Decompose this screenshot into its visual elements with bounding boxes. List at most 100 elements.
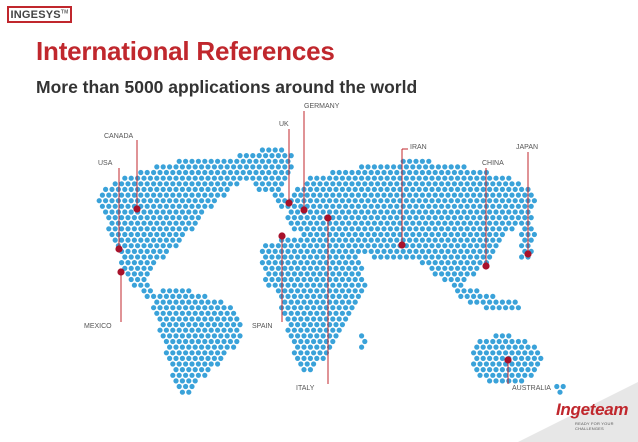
map-dot <box>474 355 480 361</box>
map-dot <box>445 237 451 243</box>
map-dot <box>151 226 157 232</box>
map-dot <box>461 175 467 181</box>
map-dot <box>403 254 409 260</box>
map-dot <box>506 198 512 204</box>
map-dot <box>506 333 512 339</box>
map-dot <box>211 186 217 192</box>
map-dot <box>269 164 275 170</box>
map-dot <box>490 203 496 209</box>
map-dot <box>135 186 141 192</box>
map-dot <box>525 355 531 361</box>
map-dot <box>429 265 435 271</box>
map-dot <box>320 254 326 260</box>
map-dot <box>221 316 227 322</box>
map-dot <box>295 310 301 316</box>
map-dot <box>499 299 505 305</box>
map-dot <box>304 305 310 311</box>
map-dot <box>403 175 409 181</box>
map-dot <box>179 367 185 373</box>
map-dot <box>189 361 195 367</box>
map-dot <box>509 215 515 221</box>
map-dot <box>368 237 374 243</box>
map-dot <box>471 181 477 187</box>
map-dot <box>455 175 461 181</box>
reference-marker <box>133 205 141 213</box>
map-dot <box>295 344 301 350</box>
map-dot <box>394 226 400 232</box>
map-dot <box>186 310 192 316</box>
map-dot <box>285 169 291 176</box>
map-dot <box>515 338 522 345</box>
map-dot <box>509 372 515 378</box>
map-dot <box>483 350 489 356</box>
map-dot <box>515 350 522 356</box>
map-dot <box>471 226 477 232</box>
map-dot <box>106 203 112 209</box>
map-dot <box>205 367 211 373</box>
map-dot <box>371 220 377 226</box>
map-dot <box>199 333 205 339</box>
map-dot <box>355 215 361 221</box>
map-dot <box>160 220 166 226</box>
map-dot <box>263 276 269 283</box>
map-dot <box>349 169 355 176</box>
map-dot <box>160 254 166 260</box>
map-dot <box>317 192 323 198</box>
map-dot <box>131 215 137 221</box>
map-dot <box>234 327 240 333</box>
map-dot <box>144 248 150 254</box>
map-dot <box>368 248 374 254</box>
map-dot <box>320 276 326 283</box>
map-dot <box>525 367 531 373</box>
map-dot <box>426 260 432 266</box>
reference-label: JAPAN <box>516 144 538 151</box>
map-dot <box>311 237 317 243</box>
map-dot <box>199 198 205 204</box>
map-dot <box>157 215 163 221</box>
map-dot <box>451 237 457 243</box>
map-dot <box>192 299 198 305</box>
reference-marker <box>285 199 293 207</box>
map-dot <box>109 186 115 192</box>
map-dot <box>179 186 185 192</box>
map-dot <box>144 181 150 187</box>
map-dot <box>330 316 336 322</box>
map-dot <box>179 209 185 215</box>
map-dot <box>330 237 336 243</box>
map-dot <box>282 153 288 159</box>
map-dot <box>202 203 208 209</box>
map-dot <box>275 186 281 192</box>
map-dot <box>387 215 393 221</box>
map-dot <box>352 220 358 226</box>
map-dot <box>179 355 185 361</box>
map-dot <box>477 338 483 345</box>
map-dot <box>336 260 342 266</box>
map-dot <box>343 282 349 288</box>
map-dot <box>487 344 493 350</box>
map-dot <box>458 282 464 288</box>
map-dot <box>189 350 195 356</box>
map-dot <box>103 186 109 192</box>
map-dot <box>442 198 448 204</box>
map-dot <box>269 254 275 260</box>
map-dot <box>477 260 483 266</box>
map-dot <box>522 215 528 221</box>
map-dot <box>269 276 275 283</box>
map-dot <box>288 243 294 249</box>
map-dot <box>362 215 368 221</box>
map-dot <box>413 248 419 254</box>
map-dot <box>320 220 326 226</box>
map-dot <box>266 282 272 288</box>
map-dot <box>154 243 160 249</box>
map-dot <box>298 282 304 288</box>
map-dot <box>147 265 153 271</box>
map-dot <box>295 265 301 271</box>
map-dot <box>115 231 121 238</box>
map-dot <box>362 282 368 288</box>
map-dot <box>279 181 285 187</box>
map-dot <box>119 181 125 187</box>
map-dot <box>135 175 141 181</box>
map-dot <box>400 169 406 176</box>
map-dot <box>320 243 326 249</box>
map-dot <box>423 243 429 249</box>
